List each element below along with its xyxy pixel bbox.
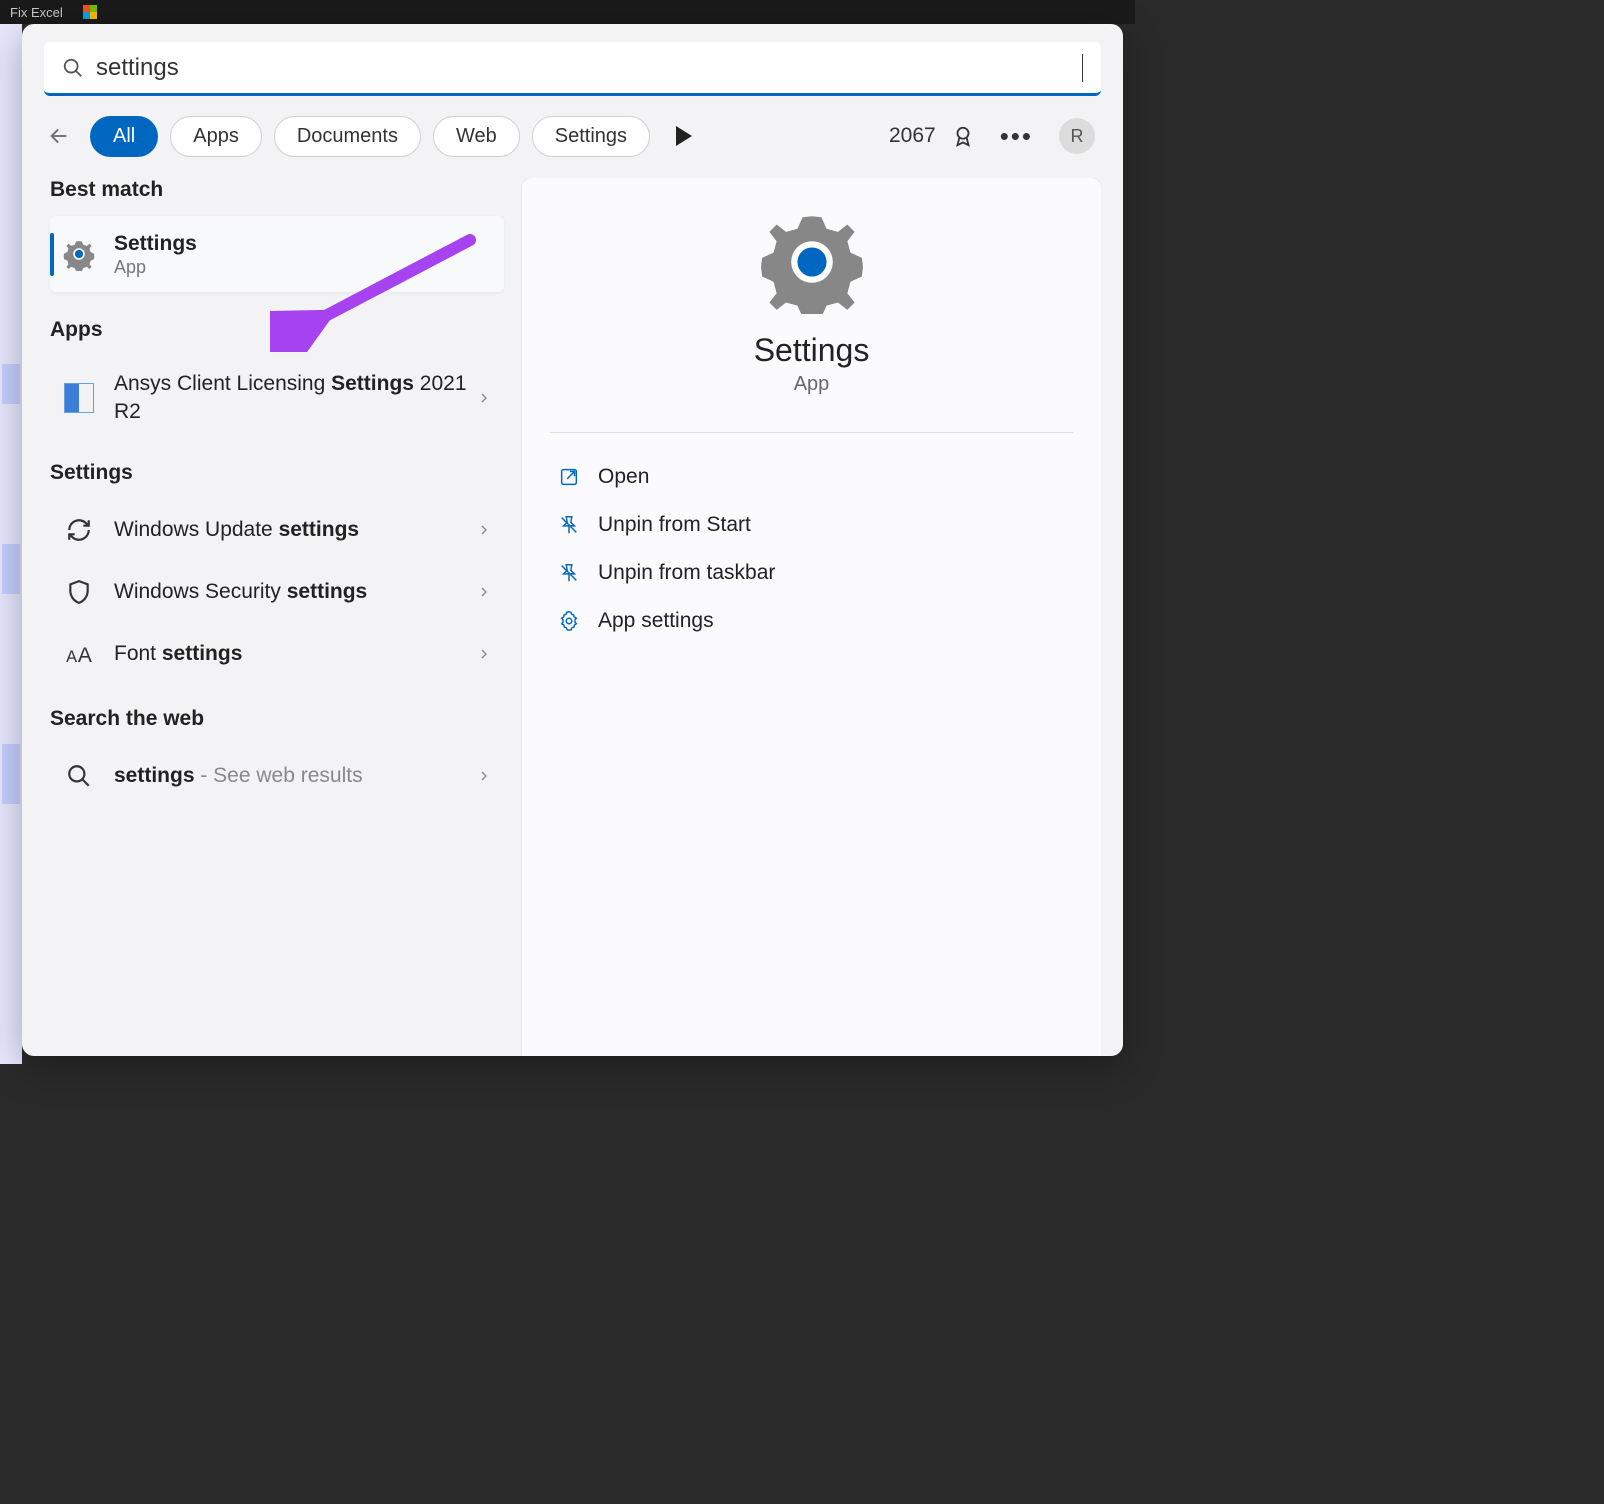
background-left-strip bbox=[0, 24, 22, 1064]
play-icon[interactable] bbox=[676, 126, 692, 146]
filter-all[interactable]: All bbox=[90, 116, 158, 157]
chevron-right-icon bbox=[476, 646, 492, 662]
search-input[interactable] bbox=[96, 54, 1082, 82]
result-setting-font[interactable]: AA Font settings bbox=[50, 623, 504, 685]
gear-icon bbox=[62, 237, 96, 271]
unpin-icon bbox=[558, 562, 580, 584]
medal-icon[interactable] bbox=[952, 125, 974, 147]
app-icon bbox=[64, 383, 94, 413]
result-title: Font settings bbox=[114, 640, 476, 667]
background-browser-tabs: Fix Excel bbox=[0, 0, 1135, 24]
chevron-right-icon bbox=[476, 522, 492, 538]
search-box[interactable] bbox=[44, 42, 1101, 96]
result-setting-windows-update[interactable]: Windows Update settings bbox=[50, 499, 504, 561]
svg-text:A: A bbox=[66, 648, 77, 666]
action-label: Open bbox=[598, 465, 649, 489]
filter-row: All Apps Documents Web Settings 2067 •••… bbox=[44, 114, 1101, 158]
result-web-search[interactable]: settings - See web results bbox=[50, 745, 504, 807]
result-title: Windows Security settings bbox=[114, 578, 476, 605]
chevron-right-icon bbox=[476, 768, 492, 784]
action-label: Unpin from taskbar bbox=[598, 561, 775, 585]
action-unpin-start[interactable]: Unpin from Start bbox=[550, 501, 1073, 549]
refresh-icon bbox=[66, 517, 92, 543]
svg-text:A: A bbox=[78, 644, 92, 667]
unpin-icon bbox=[558, 514, 580, 536]
action-open[interactable]: Open bbox=[550, 453, 1073, 501]
result-setting-windows-security[interactable]: Windows Security settings bbox=[50, 561, 504, 623]
result-app-ansys[interactable]: Ansys Client Licensing Settings 2021 R2 bbox=[50, 356, 504, 439]
filter-apps[interactable]: Apps bbox=[170, 116, 262, 157]
filter-settings[interactable]: Settings bbox=[532, 116, 650, 157]
more-options-icon[interactable]: ••• bbox=[1000, 121, 1033, 152]
search-icon bbox=[66, 763, 92, 789]
results-column: Best match Settings App Apps Ansys Clien… bbox=[44, 178, 504, 1056]
result-title: Settings bbox=[114, 232, 197, 255]
detail-pane: Settings App Open Unpin from Start Unpin… bbox=[522, 178, 1101, 1056]
action-app-settings[interactable]: App settings bbox=[550, 597, 1073, 645]
detail-title: Settings bbox=[550, 332, 1073, 369]
search-icon bbox=[62, 57, 84, 79]
result-title: settings - See web results bbox=[114, 762, 476, 789]
detail-subtitle: App bbox=[550, 373, 1073, 396]
gear-icon-large bbox=[760, 210, 864, 314]
result-best-match-settings[interactable]: Settings App bbox=[50, 216, 504, 292]
microsoft-logo-icon bbox=[83, 5, 97, 19]
user-avatar[interactable]: R bbox=[1059, 118, 1095, 154]
section-settings: Settings bbox=[50, 461, 504, 485]
font-icon: AA bbox=[65, 640, 93, 668]
result-title: Windows Update settings bbox=[114, 516, 476, 543]
result-subtitle: App bbox=[114, 257, 492, 278]
open-icon bbox=[558, 466, 580, 488]
shield-icon bbox=[66, 579, 92, 605]
filter-documents[interactable]: Documents bbox=[274, 116, 421, 157]
filter-web[interactable]: Web bbox=[433, 116, 520, 157]
action-unpin-taskbar[interactable]: Unpin from taskbar bbox=[550, 549, 1073, 597]
chevron-right-icon bbox=[476, 584, 492, 600]
section-best-match: Best match bbox=[50, 178, 504, 202]
action-label: Unpin from Start bbox=[598, 513, 751, 537]
text-cursor bbox=[1082, 54, 1083, 82]
rewards-points[interactable]: 2067 bbox=[889, 124, 936, 148]
gear-icon bbox=[558, 610, 580, 632]
back-arrow-icon[interactable] bbox=[48, 125, 70, 147]
section-search-web: Search the web bbox=[50, 707, 504, 731]
divider bbox=[550, 432, 1073, 433]
action-label: App settings bbox=[598, 609, 714, 633]
result-title: Ansys Client Licensing Settings 2021 R2 bbox=[114, 370, 476, 425]
chevron-right-icon bbox=[476, 390, 492, 406]
search-flyout: All Apps Documents Web Settings 2067 •••… bbox=[22, 24, 1123, 1056]
section-apps: Apps bbox=[50, 318, 504, 342]
